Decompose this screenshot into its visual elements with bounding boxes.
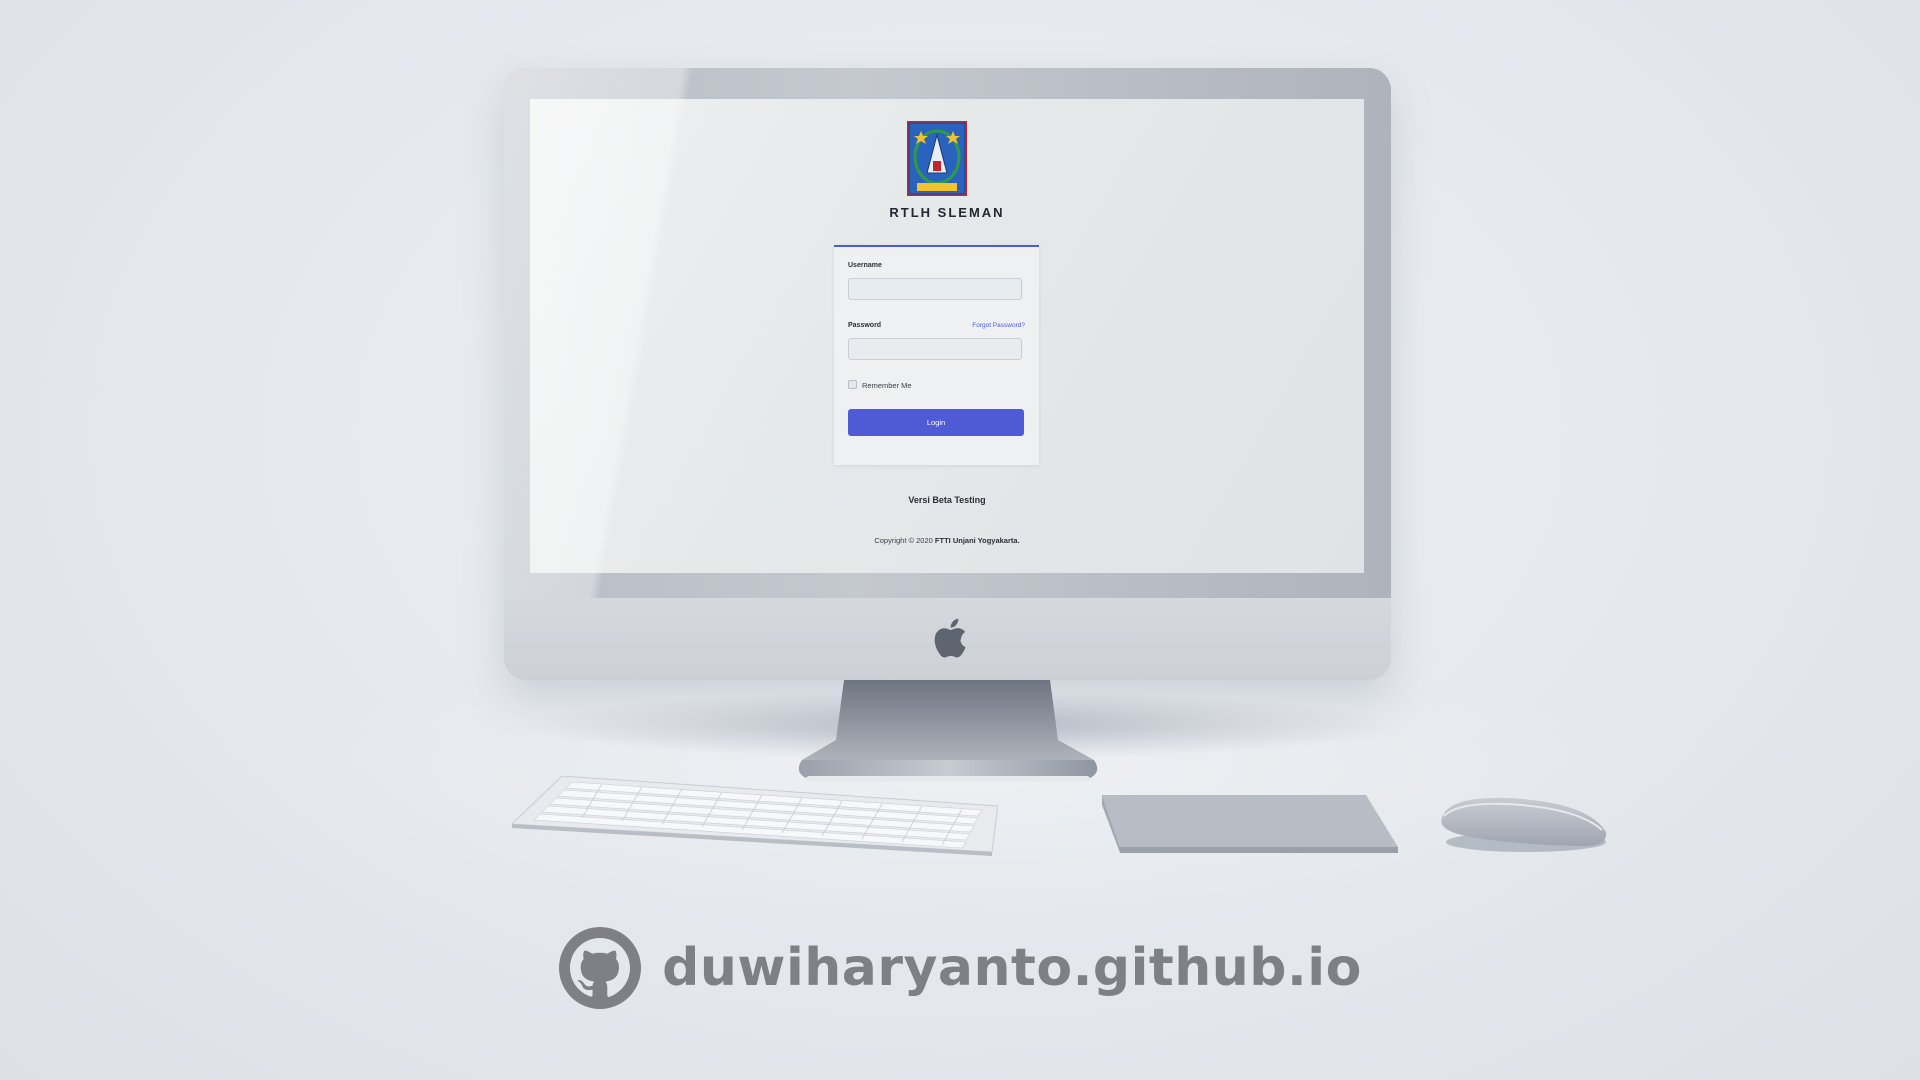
login-button[interactable]: Login (848, 409, 1024, 436)
trackpad (1102, 795, 1398, 853)
copyright-prefix: Copyright © 2020 (874, 536, 933, 545)
password-label: Password (848, 322, 882, 329)
remember-me-checkbox[interactable] (848, 380, 857, 389)
remember-me-label[interactable]: Remember Me (862, 381, 912, 390)
login-card: Username Password Forgot Password? Remem… (834, 245, 1039, 465)
copyright-owner: FTTI Unjani Yogyakarta. (934, 536, 1020, 545)
password-field[interactable] (848, 338, 1022, 360)
monitor-chin (504, 598, 1391, 680)
sleman-crest-logo (907, 121, 967, 196)
watermark-url: duwiharyanto.github.io (662, 938, 1362, 998)
watermark: duwiharyanto.github.io (0, 926, 1920, 1010)
username-label: Username (848, 262, 882, 269)
screen: RTLH SLEMAN Username Password Forgot Pas… (530, 99, 1364, 573)
imac-monitor: RTLH SLEMAN Username Password Forgot Pas… (504, 68, 1391, 680)
username-field[interactable] (848, 278, 1022, 300)
github-icon (559, 927, 642, 1009)
copyright-text: Copyright © 2020 FTTI Unjani Yogyakarta. (530, 536, 1364, 545)
site-title: RTLH SLEMAN (889, 205, 1005, 220)
forgot-password-link[interactable]: Forgot Password? (972, 322, 1025, 329)
apple-icon (934, 618, 966, 658)
imac-stand (798, 680, 1098, 782)
version-text: Versi Beta Testing (908, 495, 986, 505)
keyboard (512, 776, 998, 856)
magic-mouse (1441, 797, 1607, 852)
